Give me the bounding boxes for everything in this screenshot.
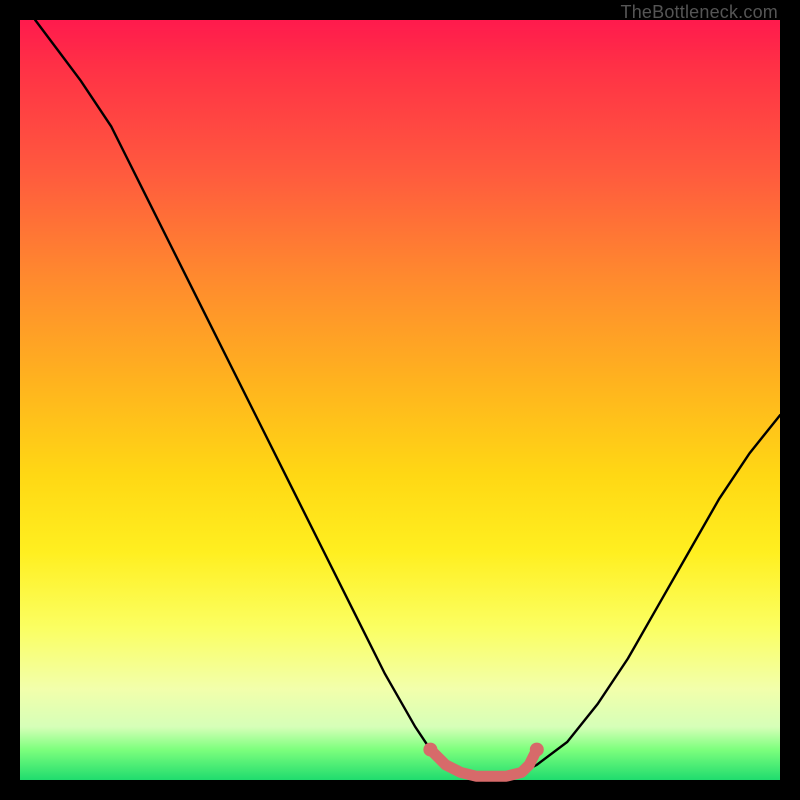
chart-frame: TheBottleneck.com xyxy=(0,0,800,800)
curve-svg xyxy=(20,20,780,780)
marker-end-dot xyxy=(530,743,544,757)
marker-end-dot xyxy=(423,743,437,757)
bottleneck-curve xyxy=(35,20,780,776)
plot-area xyxy=(20,20,780,780)
optimal-range-marker xyxy=(430,750,536,777)
